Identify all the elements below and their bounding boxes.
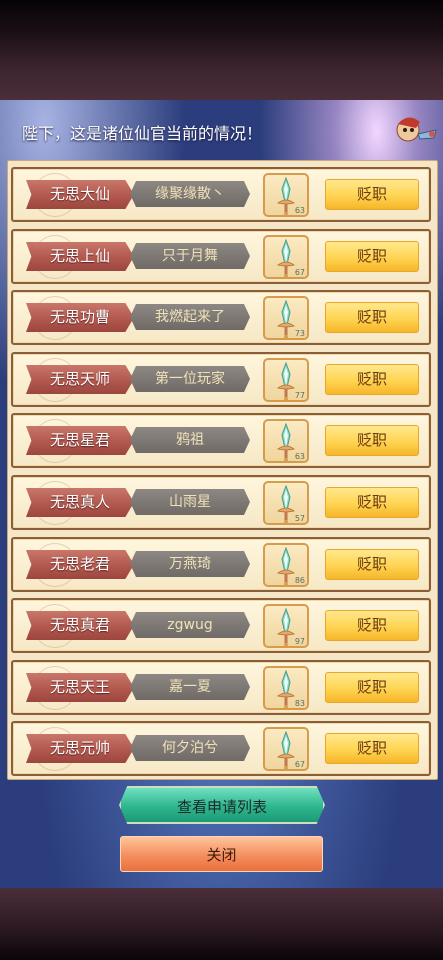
dialog-message: 陛下，这是诸位仙官当前的情况！	[22, 124, 263, 143]
mascot-icon	[392, 108, 438, 152]
official-row: 无思星君 鸦祖 63 贬职	[11, 413, 431, 468]
item-level: 73	[294, 329, 305, 338]
item-level: 67	[294, 760, 305, 769]
official-title: 无思元帅	[26, 734, 134, 763]
official-name: 第一位玩家	[130, 366, 250, 392]
item-level: 97	[294, 637, 305, 646]
official-name: 山雨星	[130, 489, 250, 515]
demote-button[interactable]: 贬职	[325, 672, 419, 703]
item-slot[interactable]: 67	[263, 727, 309, 771]
official-row: 无思天师 第一位玩家 77 贬职	[11, 352, 431, 407]
item-slot[interactable]: 77	[263, 358, 309, 402]
official-title: 无思老君	[26, 550, 134, 579]
item-slot[interactable]: 73	[263, 296, 309, 340]
official-name: 嘉一夏	[130, 674, 250, 700]
official-row: 无思真人 山雨星 57 贬职	[11, 475, 431, 530]
official-title: 无思大仙	[26, 180, 134, 209]
demote-button[interactable]: 贬职	[325, 241, 419, 272]
official-row: 无思真君 zgwug 97 贬职	[11, 598, 431, 653]
view-applications-button[interactable]: 查看申请列表	[119, 786, 325, 824]
item-level: 77	[294, 391, 305, 400]
item-slot[interactable]: 63	[263, 419, 309, 463]
official-name: 鸦祖	[130, 427, 250, 453]
official-row: 无思老君 万燕琦 86 贬职	[11, 537, 431, 592]
item-level: 63	[294, 452, 305, 461]
item-level: 63	[294, 206, 305, 215]
item-slot[interactable]: 63	[263, 173, 309, 217]
official-title: 无思功曹	[26, 303, 134, 332]
official-title: 无思真君	[26, 611, 134, 640]
official-name: 缘聚缘散丶	[130, 181, 250, 207]
item-slot[interactable]: 83	[263, 666, 309, 710]
official-name: 只于月舞	[130, 243, 250, 269]
item-slot[interactable]: 67	[263, 235, 309, 279]
official-row: 无思功曹 我燃起来了 73 贬职	[11, 290, 431, 345]
bottom-screen-bar	[0, 888, 443, 960]
close-button[interactable]: 关闭	[120, 836, 323, 872]
official-name: 我燃起来了	[130, 304, 250, 330]
official-title: 无思上仙	[26, 242, 134, 271]
official-title: 无思天师	[26, 365, 134, 394]
item-level: 83	[294, 699, 305, 708]
official-name: zgwug	[130, 612, 250, 638]
demote-button[interactable]: 贬职	[325, 179, 419, 210]
demote-button[interactable]: 贬职	[325, 364, 419, 395]
demote-button[interactable]: 贬职	[325, 302, 419, 333]
official-row: 无思天王 嘉一夏 83 贬职	[11, 660, 431, 715]
official-name: 万燕琦	[130, 551, 250, 577]
demote-button[interactable]: 贬职	[325, 610, 419, 641]
official-name: 何夕泊兮	[130, 735, 250, 761]
demote-button[interactable]: 贬职	[325, 487, 419, 518]
demote-button[interactable]: 贬职	[325, 425, 419, 456]
official-title: 无思天王	[26, 673, 134, 702]
item-level: 57	[294, 514, 305, 523]
demote-button[interactable]: 贬职	[325, 549, 419, 580]
official-title: 无思真人	[26, 488, 134, 517]
item-level: 67	[294, 268, 305, 277]
official-row: 无思大仙 缘聚缘散丶 63 贬职	[11, 167, 431, 222]
official-title: 无思星君	[26, 426, 134, 455]
top-screen-bar	[0, 0, 443, 100]
item-slot[interactable]: 86	[263, 543, 309, 587]
official-row: 无思上仙 只于月舞 67 贬职	[11, 229, 431, 284]
item-slot[interactable]: 97	[263, 604, 309, 648]
demote-button[interactable]: 贬职	[325, 733, 419, 764]
item-level: 86	[294, 576, 305, 585]
item-slot[interactable]: 57	[263, 481, 309, 525]
official-row: 无思元帅 何夕泊兮 67 贬职	[11, 721, 431, 776]
